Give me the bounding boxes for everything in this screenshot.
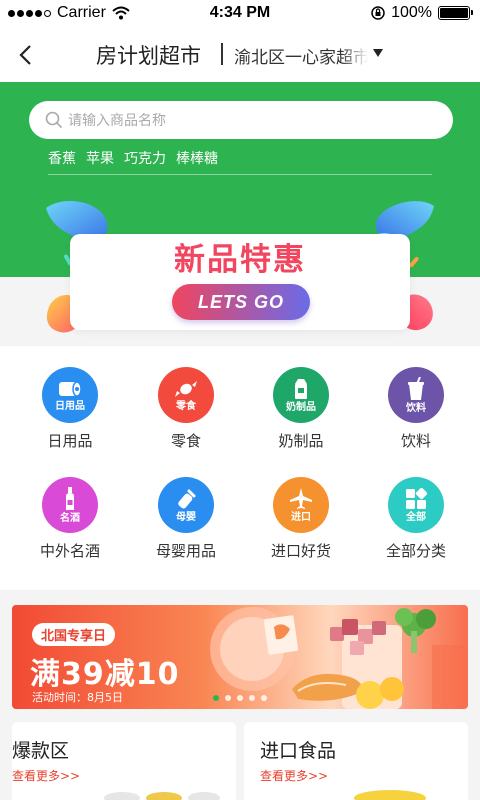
chevron-left-icon (19, 45, 31, 65)
category-label: 进口好货 (270, 542, 331, 560)
banner-title: 新品特惠 (174, 242, 306, 278)
category-badge: 母婴 (176, 511, 196, 523)
section-imported-food[interactable]: 进口食品 查看更多>> (244, 722, 468, 800)
category-badge: 名酒 (60, 512, 80, 524)
drink-cup-icon (408, 376, 424, 400)
status-bar: Carrier 4:34 PM 100% (0, 0, 480, 28)
hot-tag[interactable]: 香蕉 (48, 148, 76, 168)
battery-percent: 100% (391, 4, 432, 21)
category-dairy[interactable]: 奶制品 奶制品 (246, 367, 356, 451)
nav-bar: 房计划超市 渝北区一心家超市 (0, 28, 480, 82)
store-location-selector[interactable]: 渝北区一心家超市 (234, 43, 368, 68)
candy-icon (175, 380, 197, 397)
category-imported[interactable]: 进口 进口好货 (246, 477, 356, 561)
category-label: 奶制品 (278, 432, 324, 450)
category-drinks[interactable]: 饮料 饮料 (361, 367, 471, 451)
promo-headline: 满39减10 (30, 657, 180, 692)
category-circle: 奶制品 (273, 367, 329, 423)
product-thumbnail (354, 790, 426, 800)
pager-dot[interactable] (213, 695, 219, 701)
category-label: 中外名酒 (39, 542, 100, 560)
search-placeholder: 请输入商品名称 (68, 113, 166, 129)
section-title: 爆款区 (12, 740, 70, 762)
category-label: 母婴用品 (155, 542, 216, 560)
battery-icon (438, 6, 473, 20)
tissue-roll-icon (59, 380, 82, 397)
hot-search-tags: 香蕉 苹果 巧克力 棒棒糖 (48, 148, 218, 168)
grid-icon (406, 487, 427, 509)
search-input[interactable]: 请输入商品名称 (29, 101, 453, 139)
rotation-lock-icon (371, 6, 385, 20)
carousel-pager (12, 695, 468, 701)
airplane-icon (290, 487, 312, 509)
promo-banner[interactable]: 北国专享日 满39减10 活动时间：8月5日 (12, 605, 468, 709)
pager-dot[interactable] (249, 695, 255, 701)
milk-box-icon (295, 378, 307, 399)
category-all[interactable]: 全部 全部分类 (361, 477, 471, 561)
supermarket-home-page: Carrier 4:34 PM 100% 房计划超市 渝北区一心家超市 请输入商… (0, 0, 480, 800)
category-circle: 母婴 (158, 477, 214, 533)
caret-down-icon[interactable] (372, 48, 384, 58)
category-circle: 名酒 (42, 477, 98, 533)
promo-section: 北国专享日 满39减10 活动时间：8月5日 (0, 590, 480, 710)
pager-dot[interactable] (261, 695, 267, 701)
baby-bottle-icon (178, 489, 196, 508)
hot-tag[interactable]: 苹果 (86, 148, 114, 168)
category-liquor[interactable]: 名酒 中外名酒 (15, 477, 125, 561)
see-more-link[interactable]: 查看更多>> (12, 767, 80, 784)
pager-dot[interactable] (237, 695, 243, 701)
promo-tag: 北国专享日 (32, 623, 116, 646)
title-divider (221, 43, 223, 65)
pager-dot[interactable] (225, 695, 231, 701)
category-label: 日用品 (47, 432, 93, 450)
page-title: 房计划超市 (96, 44, 201, 68)
category-circle: 零食 (158, 367, 214, 423)
category-badge: 饮料 (406, 402, 426, 414)
category-circle: 饮料 (388, 367, 444, 423)
section-hot-items[interactable]: 爆款区 查看更多>> (12, 722, 236, 800)
category-label: 零食 (170, 432, 201, 450)
category-badge: 进口 (291, 511, 311, 523)
category-circle: 全部 (388, 477, 444, 533)
category-circle: 进口 (273, 477, 329, 533)
category-badge: 零食 (176, 400, 196, 412)
category-mother-baby[interactable]: 母婴 母婴用品 (131, 477, 241, 561)
product-thumbnails (104, 792, 220, 800)
see-more-link[interactable]: 查看更多>> (260, 767, 328, 784)
category-label: 全部分类 (385, 542, 446, 560)
category-circle: 日用品 (42, 367, 98, 423)
category-badge: 日用品 (55, 400, 85, 412)
category-grid: 日用品 日用品 零食 零食 奶制品 奶制品 饮料 饮料 名酒 中外名酒 母婴 母… (0, 346, 480, 590)
category-daily-goods[interactable]: 日用品 日用品 (15, 367, 125, 451)
section-title: 进口食品 (260, 740, 337, 762)
category-snacks[interactable]: 零食 零食 (131, 367, 241, 451)
new-products-banner[interactable]: 新品特惠 LETS GO (42, 198, 438, 346)
category-badge: 奶制品 (286, 401, 316, 413)
back-button[interactable] (10, 38, 40, 72)
divider (48, 174, 432, 175)
search-icon (45, 111, 63, 129)
lets-go-button[interactable]: LETS GO (172, 284, 310, 320)
category-badge: 全部 (406, 511, 426, 523)
hot-tag[interactable]: 巧克力 (124, 148, 166, 168)
hot-tag[interactable]: 棒棒糖 (176, 148, 218, 168)
category-label: 饮料 (400, 432, 431, 450)
battery-status: 100% (371, 4, 473, 22)
wine-bottle-icon (66, 486, 74, 510)
